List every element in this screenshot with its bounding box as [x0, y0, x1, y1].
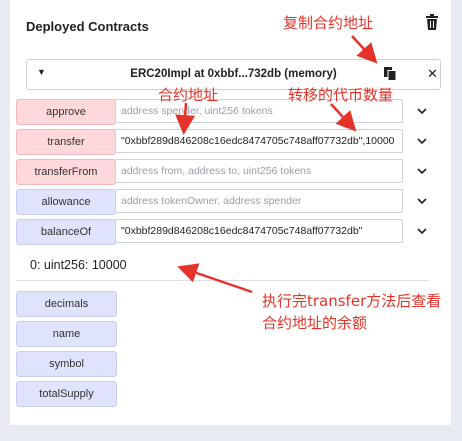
chevron-down-icon[interactable] — [417, 166, 427, 176]
transferfrom-input[interactable]: address from, address to, uint256 tokens — [115, 159, 403, 183]
transferfrom-button[interactable]: transferFrom — [16, 159, 116, 185]
balanceof-button[interactable]: balanceOf — [16, 219, 116, 245]
symbol-button[interactable]: symbol — [16, 351, 117, 377]
allowance-button[interactable]: allowance — [16, 189, 116, 215]
divider — [16, 280, 429, 281]
name-button[interactable]: name — [16, 321, 117, 347]
transfer-button[interactable]: transfer — [16, 129, 116, 155]
chevron-down-icon[interactable] — [417, 136, 427, 146]
totalsupply-button[interactable]: totalSupply — [16, 381, 117, 407]
call-result: 0: uint256: 10000 — [30, 258, 127, 272]
balanceof-input[interactable]: "0xbbf289d846208c16edc8474705c748aff0773… — [115, 219, 403, 243]
allowance-input[interactable]: address tokenOwner, address spender — [115, 189, 403, 213]
close-icon[interactable]: ✕ — [427, 66, 438, 82]
trash-icon[interactable] — [425, 14, 439, 30]
panel-title: Deployed Contracts — [26, 19, 149, 34]
annotation-contract-address: 合约地址 — [158, 86, 219, 104]
chevron-down-icon[interactable] — [417, 106, 427, 116]
approve-button[interactable]: approve — [16, 99, 116, 125]
annotation-note-line1: 执行完transfer方法后查看 — [262, 292, 442, 310]
chevron-down-icon[interactable] — [417, 226, 427, 236]
annotation-amount: 转移的代币数量 — [288, 86, 394, 104]
decimals-button[interactable]: decimals — [16, 291, 117, 317]
annotation-note-line2: 合约地址的余额 — [262, 314, 368, 332]
contract-name: ERC20Impl at 0xbbf...732db (memory) — [130, 68, 337, 80]
chevron-down-icon[interactable] — [417, 196, 427, 206]
annotation-copy-address: 复制合约地址 — [283, 14, 374, 32]
copy-icon[interactable] — [384, 67, 396, 80]
transfer-input[interactable]: "0xbbf289d846208c16edc8474705c748aff0773… — [115, 129, 403, 153]
